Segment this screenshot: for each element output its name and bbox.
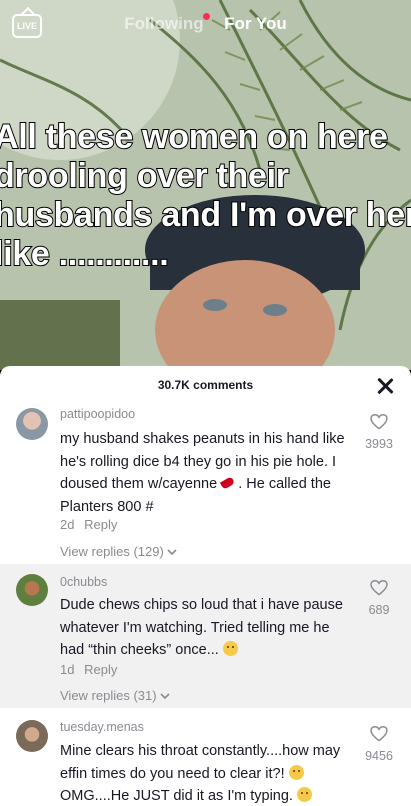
heart-icon xyxy=(370,579,388,596)
comment-text-line: doused them w/cayenne . He called the xyxy=(60,473,360,496)
reply-button[interactable]: Reply xyxy=(84,662,117,677)
comment-count: 30.7K comments xyxy=(157,378,254,392)
comments-sheet: 30.7K comments pattipoopidoo my husband … xyxy=(0,366,411,806)
comment-item[interactable]: tuesday.menas Mine clears his throat con… xyxy=(0,708,411,806)
caption-line: husbands and I'm over here xyxy=(0,196,411,235)
comment-text-line: OMG....He JUST did it as I'm typing. xyxy=(60,785,360,806)
like-count: 9456 xyxy=(365,749,393,763)
comment-text: Mine clears his throat constantly....how… xyxy=(60,740,360,806)
comment-text: my husband shakes peanuts in his hand li… xyxy=(60,428,360,518)
comment-text-line: effin times do you need to clear it?! xyxy=(60,763,360,786)
video-caption: All these women on here drooling over th… xyxy=(0,118,411,274)
video-player[interactable]: LIVE Following For You All these women o… xyxy=(0,0,411,370)
notification-dot xyxy=(202,13,210,20)
comment-text-segment: had “thin cheeks” once... xyxy=(60,642,219,658)
like-button[interactable]: 689 xyxy=(359,579,399,617)
tab-following[interactable]: Following xyxy=(124,13,210,34)
like-count: 689 xyxy=(368,603,390,617)
like-count: 3993 xyxy=(365,437,393,451)
chevron-down-icon xyxy=(167,549,178,556)
caption-line: like ............ xyxy=(0,235,170,274)
comment-text-line: my husband shakes peanuts in his hand li… xyxy=(60,431,345,447)
close-icon[interactable] xyxy=(375,376,395,396)
comments-header: 30.7K comments xyxy=(0,366,411,404)
chevron-down-icon xyxy=(160,693,170,700)
tab-for-you-label: For You xyxy=(224,14,287,33)
view-replies-label: View replies (129) xyxy=(60,544,164,559)
comment-time: 1d xyxy=(60,662,75,677)
view-replies-label: View replies (31) xyxy=(60,688,157,703)
comment-text-line: had “thin cheeks” once... xyxy=(60,639,360,662)
comment-username[interactable]: tuesday.menas xyxy=(60,720,144,734)
hot-pepper-emoji-icon xyxy=(220,476,236,490)
caption-line: All these women on here xyxy=(0,118,389,157)
comment-item[interactable]: 0chubbs Dude chews chips so loud that i … xyxy=(0,564,411,708)
feed-tabs: Following For You xyxy=(0,13,411,34)
comment-text-segment: OMG....He JUST did it as I'm typing. xyxy=(60,788,293,804)
comment-username[interactable]: pattipoopidoo xyxy=(60,407,135,421)
comment-text-line: Dude chews chips so loud that i have pau… xyxy=(60,597,343,613)
comment-text-line: he's rolling dice b4 they go in his pie … xyxy=(60,453,337,470)
thinking-face-emoji-icon xyxy=(222,641,238,656)
comment-time: 2d xyxy=(60,517,75,532)
avatar[interactable] xyxy=(16,720,48,752)
comment-meta: 2d Reply xyxy=(60,517,117,532)
view-replies-button[interactable]: View replies (31) xyxy=(60,688,170,703)
avatar[interactable] xyxy=(16,408,48,440)
heart-icon xyxy=(370,413,388,430)
comment-text-line: Mine clears his throat constantly....how… xyxy=(60,743,341,759)
comment-text-segment: doused them w/cayenne xyxy=(60,476,218,492)
comment-text-line: Planters 800 # xyxy=(60,498,154,515)
view-replies-button[interactable]: View replies (129) xyxy=(60,544,178,559)
tab-following-label: Following xyxy=(124,14,204,33)
tab-for-you[interactable]: For You xyxy=(224,14,287,34)
comment-item[interactable]: pattipoopidoo my husband shakes peanuts … xyxy=(0,404,411,564)
avatar[interactable] xyxy=(16,574,48,606)
rolling-eyes-emoji-icon xyxy=(297,787,312,802)
caption-line: drooling over their xyxy=(0,157,290,196)
comment-text-line: whatever I'm watching. Tried telling me … xyxy=(60,619,330,636)
comment-text-segment: effin times do you need to clear it?! xyxy=(60,765,285,782)
like-button[interactable]: 3993 xyxy=(359,413,399,451)
like-button[interactable]: 9456 xyxy=(359,725,399,763)
reply-button[interactable]: Reply xyxy=(84,517,117,532)
comment-text: Dude chews chips so loud that i have pau… xyxy=(60,594,360,662)
heart-icon xyxy=(370,725,388,742)
comment-username[interactable]: 0chubbs xyxy=(60,575,107,589)
comment-meta: 1d Reply xyxy=(60,662,117,677)
comment-text-segment: . He called the xyxy=(238,476,331,492)
surprised-face-emoji-icon xyxy=(288,764,304,780)
